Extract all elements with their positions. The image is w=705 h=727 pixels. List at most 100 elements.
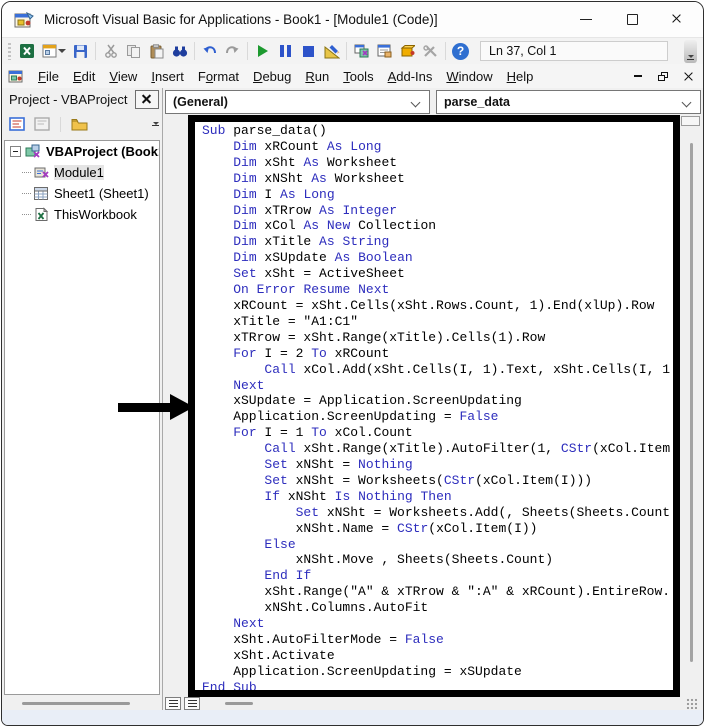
mdi-client-area: Project - VBAProject bbox=[2, 88, 703, 710]
help-icon bbox=[452, 43, 469, 60]
find-button[interactable] bbox=[168, 40, 191, 62]
panel-toolbar-options[interactable] bbox=[152, 122, 159, 127]
code-editor[interactable]: Sub parse_data() Dim xRCount As Long Dim… bbox=[195, 122, 673, 696]
window-title: Microsoft Visual Basic for Applications … bbox=[44, 12, 438, 27]
tree-connector bbox=[22, 172, 31, 173]
menu-help[interactable]: Help bbox=[500, 67, 541, 86]
toolbox-icon bbox=[423, 45, 438, 58]
toolbar-options-button[interactable] bbox=[684, 40, 697, 63]
vba-project-icon bbox=[25, 144, 42, 159]
collapse-icon[interactable] bbox=[10, 146, 21, 157]
menu-file[interactable]: File bbox=[31, 67, 66, 86]
workbook-icon bbox=[33, 207, 50, 222]
horizontal-scrollbar[interactable] bbox=[225, 702, 253, 705]
toolbar-separator bbox=[95, 42, 96, 60]
minimize-icon bbox=[580, 19, 592, 20]
annotation-arrow-icon bbox=[118, 394, 194, 420]
chevron-down-icon bbox=[411, 98, 421, 108]
menu-run[interactable]: Run bbox=[298, 67, 336, 86]
mdi-restore-icon[interactable] bbox=[658, 72, 668, 81]
code-window: (General) parse_data Sub parse_data() Di… bbox=[164, 88, 702, 710]
project-panel-hscrollbar[interactable] bbox=[8, 702, 130, 706]
menu-view[interactable]: View bbox=[102, 67, 144, 86]
scrollbar-thumb[interactable] bbox=[22, 702, 130, 705]
run-icon bbox=[258, 45, 268, 57]
project-panel-close-button[interactable] bbox=[135, 90, 159, 109]
procedure-view-button[interactable] bbox=[165, 697, 181, 710]
minimize-button[interactable] bbox=[569, 7, 603, 33]
undo-icon bbox=[202, 45, 217, 58]
vertical-scrollbar[interactable] bbox=[690, 143, 693, 662]
close-button[interactable] bbox=[661, 7, 695, 33]
toolbar-options-caret bbox=[688, 55, 694, 58]
procedure-view-icon bbox=[169, 700, 178, 707]
design-mode-icon bbox=[324, 44, 340, 59]
menu-add-ins[interactable]: Add-Ins bbox=[381, 67, 440, 86]
mdi-minimize-icon[interactable] bbox=[634, 75, 642, 77]
tree-item-module1[interactable]: Module1 bbox=[5, 162, 159, 183]
insert-userform-button[interactable] bbox=[38, 40, 69, 62]
reset-button[interactable] bbox=[297, 40, 320, 62]
maximize-button[interactable] bbox=[615, 7, 649, 33]
vba-editor-window: Microsoft Visual Basic for Applications … bbox=[1, 1, 704, 726]
resize-grip-icon[interactable] bbox=[686, 698, 697, 709]
toolbar-options-bar bbox=[687, 59, 694, 60]
menu-edit[interactable]: Edit bbox=[66, 67, 102, 86]
toolbox-button[interactable] bbox=[419, 40, 442, 62]
folder-icon bbox=[71, 118, 88, 131]
object-dropdown[interactable]: (General) bbox=[165, 90, 430, 114]
view-code-icon bbox=[9, 117, 25, 131]
project-explorer-button[interactable] bbox=[350, 40, 373, 62]
view-object-button[interactable] bbox=[32, 115, 52, 133]
view-object-icon bbox=[34, 117, 50, 131]
cursor-position-indicator: Ln 37, Col 1 bbox=[480, 41, 668, 61]
run-button[interactable] bbox=[251, 40, 274, 62]
code-highlight-border: Sub parse_data() Dim xRCount As Long Dim… bbox=[188, 115, 680, 697]
view-microsoft-excel-button[interactable] bbox=[15, 40, 38, 62]
mdi-close-icon[interactable] bbox=[684, 72, 693, 81]
project-panel-title: Project - VBAProject bbox=[9, 92, 128, 107]
undo-button[interactable] bbox=[198, 40, 221, 62]
menu-window[interactable]: Window bbox=[439, 67, 499, 86]
break-button[interactable] bbox=[274, 40, 297, 62]
toolbar-grip[interactable] bbox=[8, 43, 11, 60]
vertical-scrollbar-top[interactable] bbox=[681, 116, 700, 126]
code-dropdowns: (General) parse_data bbox=[165, 90, 701, 114]
menu-debug[interactable]: Debug bbox=[246, 67, 298, 86]
toolbar-separator bbox=[194, 42, 195, 60]
tree-item-sheet1[interactable]: Sheet1 (Sheet1) bbox=[5, 183, 159, 204]
maximize-icon bbox=[627, 14, 638, 25]
properties-window-button[interactable] bbox=[373, 40, 396, 62]
excel-icon bbox=[19, 43, 35, 59]
tree-item-thisworkbook[interactable]: ThisWorkbook bbox=[5, 204, 159, 225]
view-code-button[interactable] bbox=[7, 115, 27, 133]
procedure-dropdown[interactable]: parse_data bbox=[436, 90, 701, 114]
copy-icon bbox=[127, 45, 140, 58]
full-module-view-icon bbox=[188, 700, 197, 707]
properties-window-icon bbox=[377, 44, 392, 58]
tree-label: Module1 bbox=[54, 165, 104, 180]
code-window-bottom-bar bbox=[165, 697, 701, 710]
tree-label: Sheet1 (Sheet1) bbox=[54, 186, 149, 201]
menu-insert[interactable]: Insert bbox=[144, 67, 191, 86]
object-browser-button[interactable] bbox=[396, 40, 419, 62]
design-mode-button[interactable] bbox=[320, 40, 343, 62]
object-browser-icon bbox=[400, 44, 415, 58]
menu-format[interactable]: Format bbox=[191, 67, 246, 86]
close-icon bbox=[142, 94, 153, 105]
tree-item-vbaproject[interactable]: VBAProject (Book1) bbox=[5, 141, 159, 162]
project-panel-toolbar bbox=[2, 111, 162, 137]
paste-button[interactable] bbox=[145, 40, 168, 62]
redo-button[interactable] bbox=[221, 40, 244, 62]
help-button[interactable] bbox=[449, 40, 472, 62]
full-module-view-button[interactable] bbox=[184, 697, 200, 710]
panel-options-bar bbox=[152, 125, 159, 126]
toggle-folders-button[interactable] bbox=[69, 115, 89, 133]
toolbar-separator bbox=[445, 42, 446, 60]
copy-button[interactable] bbox=[122, 40, 145, 62]
vba-app-icon bbox=[14, 11, 34, 29]
save-button[interactable] bbox=[69, 40, 92, 62]
cut-button[interactable] bbox=[99, 40, 122, 62]
find-icon bbox=[172, 45, 188, 58]
menu-tools[interactable]: Tools bbox=[336, 67, 380, 86]
